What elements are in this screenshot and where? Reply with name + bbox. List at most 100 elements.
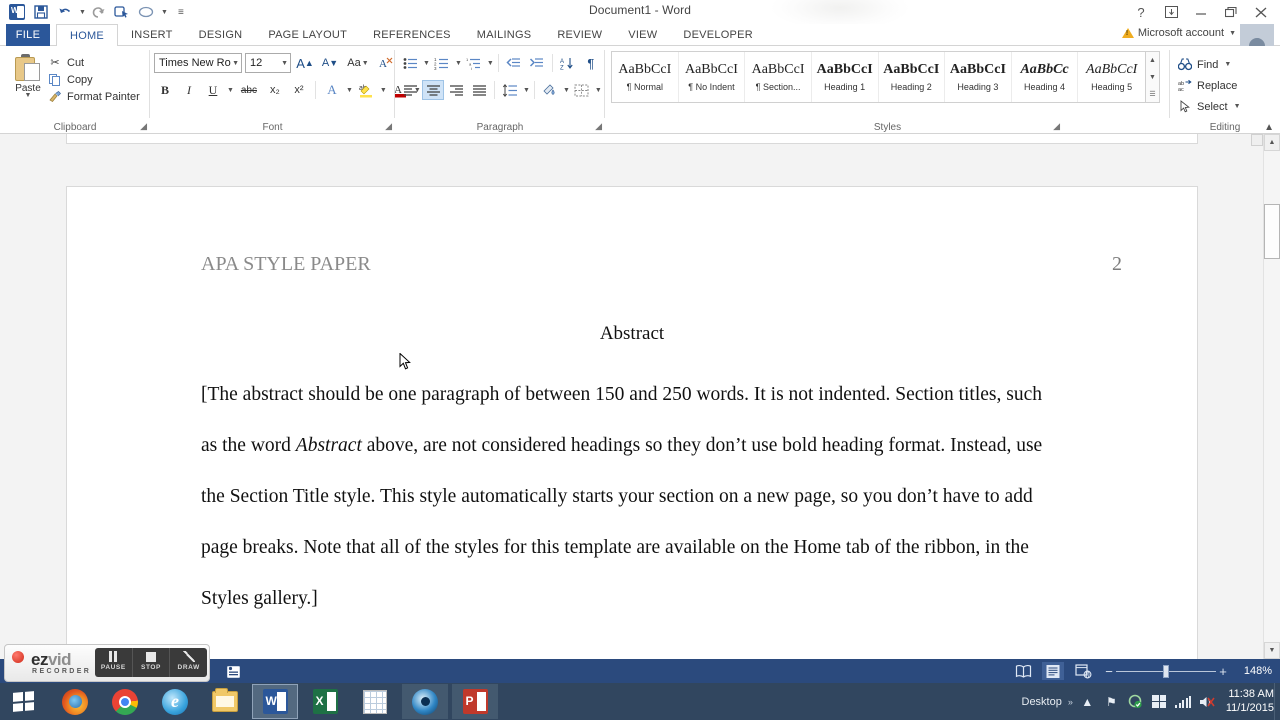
strikethrough-button[interactable]: abc [236, 80, 262, 100]
taskbar-item-media-player[interactable] [402, 684, 448, 719]
text-effects-icon[interactable]: A [321, 80, 343, 100]
align-left-icon[interactable] [399, 80, 421, 100]
taskbar-item-excel[interactable]: X [302, 684, 348, 719]
web-layout-button[interactable] [1072, 662, 1094, 680]
clock[interactable]: 11:38 AM 11/1/2015 [1222, 688, 1274, 716]
gallery-scroll-up-icon[interactable]: ▲ [1149, 52, 1156, 68]
grow-font-icon[interactable]: A ▲ [294, 53, 316, 73]
copy-button[interactable]: Copy [48, 71, 140, 88]
style-item-heading-3[interactable]: AaBbCcI Heading 3 [945, 52, 1012, 102]
minimize-button[interactable] [1186, 2, 1216, 22]
print-layout-button[interactable] [1042, 662, 1064, 680]
format-painter-button[interactable]: Format Painter [48, 88, 140, 105]
font-dialog-launcher[interactable]: ◢ [385, 121, 392, 132]
zoom-slider[interactable]: − + [1102, 664, 1230, 679]
tab-design[interactable]: DESIGN [186, 24, 256, 46]
tab-review[interactable]: REVIEW [544, 24, 615, 46]
toolbar-overflow-icon[interactable]: » [1068, 697, 1073, 707]
find-button[interactable]: Find ▼ [1178, 54, 1241, 75]
font-size-combobox[interactable]: 12 ▼ [245, 53, 291, 73]
align-right-icon[interactable] [445, 80, 467, 100]
style-item-heading-5[interactable]: AaBbCcI Heading 5 [1078, 52, 1145, 102]
windows-icon[interactable] [1151, 693, 1168, 710]
tab-insert[interactable]: INSERT [118, 24, 186, 46]
scroll-down-icon[interactable]: ▼ [1264, 642, 1280, 659]
taskbar-item-calculator[interactable] [352, 684, 398, 719]
volume-muted-icon[interactable] [1199, 693, 1216, 710]
ezvid-stop-button[interactable]: STOP [133, 648, 171, 677]
taskbar-item-firefox[interactable] [52, 684, 98, 719]
scroll-up-icon[interactable]: ▲ [1264, 134, 1280, 151]
desktop-toolbar-label[interactable]: Desktop [1022, 696, 1062, 708]
numbering-icon[interactable]: 123 [431, 53, 453, 73]
bold-button[interactable]: B [154, 80, 176, 100]
multilevel-list-icon[interactable]: 1ai [463, 53, 485, 73]
tab-file[interactable]: FILE [6, 24, 50, 46]
paste-button[interactable]: Paste ▼ [6, 52, 50, 110]
gallery-scroll-down-icon[interactable]: ▼ [1149, 69, 1156, 85]
shading-caret[interactable]: ▼ [563, 87, 570, 94]
zoom-level-label[interactable]: 148% [1238, 665, 1272, 677]
font-size-caret[interactable]: ▼ [281, 60, 288, 67]
show-formatting-marks-icon[interactable]: ¶ [580, 53, 602, 73]
zoom-out-button[interactable]: − [1102, 664, 1116, 679]
ezvid-recorder-overlay[interactable]: ezvid RECORDER PAUSE STOP DRAW [4, 644, 210, 682]
style-item-heading-1[interactable]: AaBbCcI Heading 1 [812, 52, 879, 102]
collapse-ribbon-icon[interactable]: ▲ [1264, 122, 1274, 133]
tab-mailings[interactable]: MAILINGS [464, 24, 545, 46]
network-icon[interactable] [1175, 693, 1192, 710]
macro-recording-icon[interactable] [222, 662, 244, 680]
abstract-paragraph[interactable]: [The abstract should be one paragraph of… [201, 369, 1061, 624]
style-item-no-indent[interactable]: AaBbCcI ¶ No Indent [679, 52, 746, 102]
ezvid-pause-button[interactable]: PAUSE [95, 648, 133, 677]
document-canvas[interactable]: APA STYLE PAPER 2 Abstract [The abstract… [0, 134, 1280, 659]
change-case-icon[interactable]: Aa ▼ [344, 53, 372, 73]
cut-button[interactable]: ✂ Cut [48, 54, 140, 71]
ribbon-display-options-button[interactable] [1156, 2, 1186, 22]
borders-caret[interactable]: ▼ [595, 87, 602, 94]
style-item-heading-4[interactable]: AaBbCc Heading 4 [1012, 52, 1079, 102]
account-menu[interactable]: Microsoft account ▼ [1121, 27, 1236, 39]
replace-button[interactable]: ab ac Replace [1178, 75, 1241, 96]
paste-dropdown-caret[interactable]: ▼ [25, 92, 32, 99]
paragraph-dialog-launcher[interactable]: ◢ [595, 121, 602, 132]
justify-icon[interactable] [468, 80, 490, 100]
superscript-button[interactable]: x² [288, 80, 310, 100]
style-item-normal[interactable]: AaBbCcI ¶ Normal [612, 52, 679, 102]
borders-icon[interactable] [571, 80, 593, 100]
font-name-caret[interactable]: ▼ [232, 60, 239, 67]
vertical-scrollbar[interactable]: ▲ ▼ [1263, 134, 1280, 659]
help-button[interactable]: ? [1126, 2, 1156, 22]
text-highlight-color-icon[interactable]: ab [355, 80, 377, 100]
sort-icon[interactable]: AZ [557, 53, 579, 73]
ezvid-draw-button[interactable]: DRAW [170, 648, 207, 677]
restore-button[interactable] [1216, 2, 1246, 22]
read-mode-button[interactable] [1012, 662, 1034, 680]
tab-page-layout[interactable]: PAGE LAYOUT [255, 24, 360, 46]
line-spacing-icon[interactable] [499, 80, 521, 100]
zoom-thumb[interactable] [1163, 664, 1169, 678]
show-hidden-icons-icon[interactable]: ▲ [1079, 693, 1096, 710]
taskbar-item-powerpoint[interactable]: P [452, 684, 498, 719]
tab-home[interactable]: HOME [56, 24, 118, 47]
tab-developer[interactable]: DEVELOPER [670, 24, 766, 46]
numbering-caret[interactable]: ▼ [455, 60, 462, 67]
taskbar-item-file-explorer[interactable] [202, 684, 248, 719]
bullets-icon[interactable] [399, 53, 421, 73]
taskbar-item-chrome[interactable] [102, 684, 148, 719]
align-center-icon[interactable] [422, 80, 444, 100]
underline-dropdown-caret[interactable]: ▼ [227, 87, 234, 94]
underline-button[interactable]: U [202, 80, 224, 100]
shading-icon[interactable] [539, 80, 561, 100]
select-dropdown-caret[interactable]: ▼ [1234, 103, 1241, 110]
italic-button[interactable]: I [178, 80, 200, 100]
close-button[interactable] [1246, 2, 1276, 22]
tab-view[interactable]: VIEW [615, 24, 670, 46]
style-item-heading-2[interactable]: AaBbCcI Heading 2 [879, 52, 946, 102]
subscript-button[interactable]: x₂ [264, 80, 286, 100]
show-desktop-button[interactable] [1274, 683, 1280, 720]
antivirus-icon[interactable] [1127, 693, 1144, 710]
tab-references[interactable]: REFERENCES [360, 24, 464, 46]
text-highlight-caret[interactable]: ▼ [380, 87, 387, 94]
decrease-indent-icon[interactable] [503, 53, 525, 73]
